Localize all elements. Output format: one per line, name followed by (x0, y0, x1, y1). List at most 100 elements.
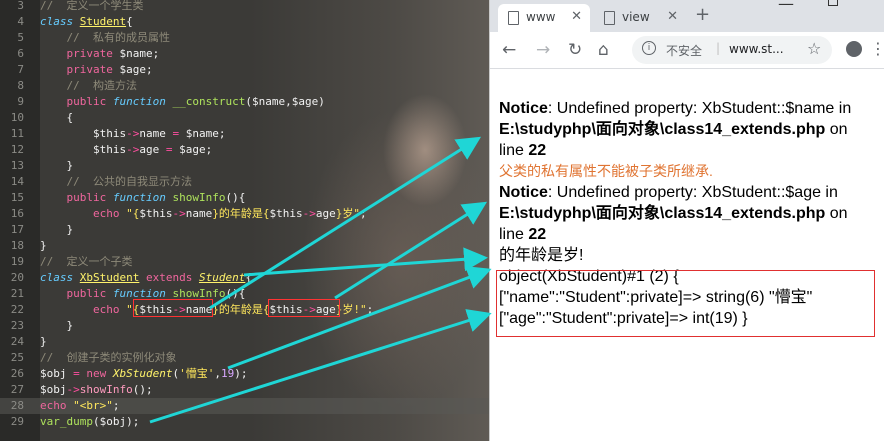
code-line[interactable]: 6 private $name; (0, 46, 489, 62)
page-icon (604, 11, 615, 25)
code-text[interactable]: } (40, 238, 47, 254)
code-text[interactable]: public function __construct($name,$age) (40, 94, 325, 110)
line-number: 22 (528, 142, 547, 159)
code-line[interactable]: 8 // 构造方法 (0, 78, 489, 94)
code-text[interactable]: class XbStudent extends Student{ (40, 270, 252, 286)
code-line[interactable]: 21 public function showInfo(){ (0, 286, 489, 302)
code-line[interactable]: 4 class Student{ (0, 14, 489, 30)
tab-title: view (622, 10, 650, 24)
code-line[interactable]: 29 var_dump($obj); (0, 414, 489, 430)
code-text[interactable]: // 定义一个学生类 (40, 0, 144, 14)
code-text[interactable]: class Student{ (40, 14, 133, 30)
code-text[interactable]: $this->name = $name; (40, 126, 226, 142)
code-line[interactable]: 16 echo "{$this->name}的年龄是{$this->age}岁"… (0, 206, 489, 222)
code-line[interactable]: 18} (0, 238, 489, 254)
code-text[interactable]: var_dump($obj); (40, 414, 139, 430)
code-line[interactable]: 28 echo "<br>"; (0, 398, 489, 414)
close-icon[interactable]: ✕ (667, 9, 678, 24)
code-line[interactable]: 22 echo "{$this->name}的年龄是{$this->age}岁!… (0, 302, 489, 318)
line-number: 22 (10, 303, 24, 316)
notice-message: : Undefined property: XbStudent::$age in (547, 184, 838, 201)
browser-toolbar: ← → ↻ ⌂ i 不安全 | www.st... ☆ ⋮ (490, 32, 884, 69)
address-bar[interactable]: i 不安全 | www.st... ☆ (632, 36, 832, 64)
tab-bar: www ✕ view ✕ + — (490, 0, 884, 32)
line-number: 20 (10, 271, 24, 284)
back-icon[interactable]: ← (502, 40, 516, 60)
highlight-box-name (133, 299, 213, 317)
tab-www[interactable]: www ✕ (498, 4, 590, 32)
code-line[interactable]: 17 } (0, 222, 489, 238)
tab-title: www (526, 10, 556, 24)
code-line[interactable]: 15 public function showInfo(){ (0, 190, 489, 206)
code-line[interactable]: 23 } (0, 318, 489, 334)
code-line[interactable]: 13 } (0, 158, 489, 174)
code-line[interactable]: 10 { (0, 110, 489, 126)
code-line[interactable]: 14 // 公共的自我显示方法 (0, 174, 489, 190)
code-line[interactable]: 27 $obj->showInfo(); (0, 382, 489, 398)
line-number: 10 (10, 111, 24, 124)
code-line[interactable]: 24} (0, 334, 489, 350)
new-tab-button[interactable]: + (695, 4, 710, 25)
on-text: on (825, 121, 848, 138)
line-number: 25 (10, 351, 24, 364)
minimize-button[interactable]: — (778, 0, 794, 13)
forward-icon[interactable]: → (536, 40, 550, 60)
line-number: 9 (17, 95, 24, 108)
line-number: 7 (17, 63, 24, 76)
code-text[interactable]: // 构造方法 (40, 78, 138, 94)
code-text[interactable]: } (40, 158, 74, 174)
line-number: 19 (10, 255, 24, 268)
code-line[interactable]: 19 // 定义一个子类 (0, 254, 489, 270)
line-number: 3 (17, 0, 24, 12)
code-text[interactable]: $obj->showInfo(); (40, 382, 153, 398)
browser-window: www ✕ view ✕ + — ← → ↻ ⌂ i 不安全 | www.st.… (489, 0, 884, 441)
code-line[interactable]: 26 $obj = new XbStudent('懵宝',19); (0, 366, 489, 382)
code-text[interactable]: // 定义一个子类 (40, 254, 133, 270)
reload-icon[interactable]: ↻ (568, 40, 582, 60)
code-text[interactable]: public function showInfo(){ (40, 190, 246, 206)
code-line[interactable]: 5 // 私有的成员属性 (0, 30, 489, 46)
info-icon[interactable]: i (642, 41, 656, 55)
code-text[interactable]: echo "{$this->name}的年龄是{$this->age}岁"; (40, 206, 367, 222)
code-text[interactable]: private $age; (40, 62, 153, 78)
code-text[interactable]: $this->age = $age; (40, 142, 212, 158)
code-line[interactable]: 25 // 创建子类的实例化对象 (0, 350, 489, 366)
code-line[interactable]: 12 $this->age = $age; (0, 142, 489, 158)
security-label[interactable]: 不安全 (666, 42, 702, 59)
code-text[interactable]: // 创建子类的实例化对象 (40, 350, 177, 366)
highlight-box-age (268, 299, 340, 317)
separator: | (716, 41, 721, 55)
code-line[interactable]: 3 // 定义一个学生类 (0, 0, 489, 14)
code-line[interactable]: 7 private $age; (0, 62, 489, 78)
url-text[interactable]: www.st... (729, 42, 784, 56)
code-editor[interactable]: 3// 定义一个学生类 4 class Student{5 // 私有的成员属性 6 … (0, 0, 489, 441)
line-label: line (499, 142, 529, 159)
line-number: 13 (10, 159, 24, 172)
line-number: 4 (17, 15, 24, 28)
line-number: 5 (17, 31, 24, 44)
code-text[interactable]: // 公共的自我显示方法 (40, 174, 193, 190)
close-icon[interactable]: ✕ (571, 9, 582, 24)
star-icon[interactable]: ☆ (807, 39, 821, 58)
home-icon[interactable]: ⌂ (598, 40, 609, 60)
code-line[interactable]: 11 $this->name = $name; (0, 126, 489, 142)
code-text[interactable]: } (40, 222, 74, 238)
maximize-button[interactable] (828, 0, 838, 6)
line-number: 28 (10, 399, 24, 412)
code-text[interactable]: } (40, 334, 47, 350)
line-number: 16 (10, 207, 24, 220)
tab-view[interactable]: view ✕ (594, 4, 686, 32)
avatar[interactable] (846, 41, 862, 57)
code-text[interactable]: } (40, 318, 74, 334)
code-text[interactable]: private $name; (40, 46, 160, 62)
annotation-text: 父类的私有属性不能被子类所继承. (499, 163, 713, 179)
code-text[interactable]: // 私有的成员属性 (40, 30, 171, 46)
line-number: 18 (10, 239, 24, 252)
code-text[interactable]: { (40, 110, 74, 126)
menu-icon[interactable]: ⋮ (870, 39, 884, 58)
code-line[interactable]: 9 public function __construct($name,$age… (0, 94, 489, 110)
line-number: 14 (10, 175, 24, 188)
code-line[interactable]: 20 class XbStudent extends Student{ (0, 270, 489, 286)
code-text[interactable]: echo "<br>"; (40, 398, 120, 414)
code-text[interactable]: $obj = new XbStudent('懵宝',19); (40, 366, 247, 382)
